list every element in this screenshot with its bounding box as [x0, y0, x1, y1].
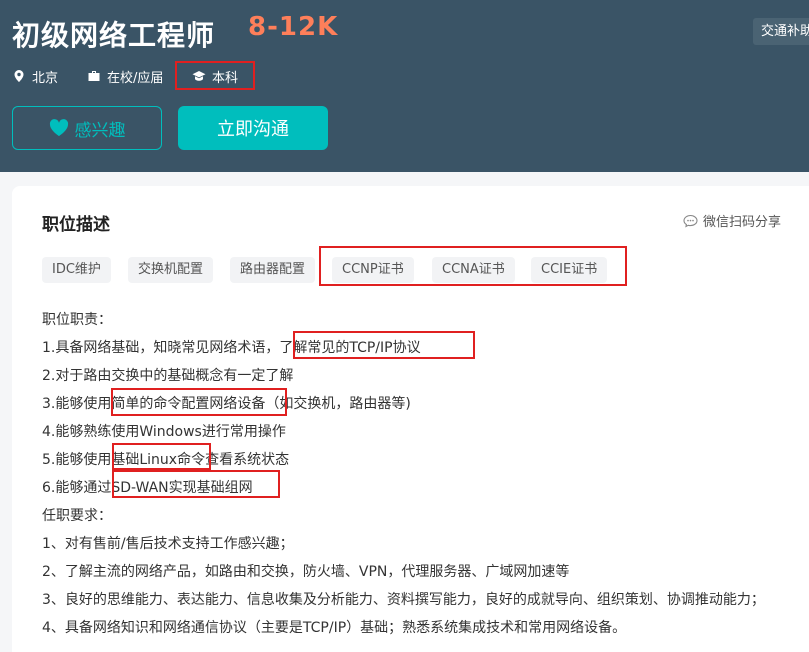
- skill-tag[interactable]: IDC维护: [42, 257, 111, 283]
- annotation-box-education: [175, 61, 255, 90]
- annotation-box-commands: [111, 388, 287, 416]
- experience-label: 在校/应届: [107, 70, 164, 86]
- chat-now-button[interactable]: 立即沟通: [178, 106, 328, 150]
- wechat-share[interactable]: 微信扫码分享: [683, 211, 781, 230]
- description-line: 1、对有售前/售后技术支持工作感兴趣；: [42, 536, 294, 552]
- description-line: 职位职责：: [42, 312, 112, 328]
- description-line: 4.能够熟练使用Windows进行常用操作: [42, 424, 286, 440]
- annotation-box-certificates: [319, 246, 627, 286]
- salary: 8-12K: [248, 12, 339, 42]
- heart-icon: [49, 119, 68, 136]
- interest-button[interactable]: 感兴趣: [12, 106, 162, 150]
- experience-info: 在校/应届: [87, 66, 163, 86]
- city-info: 北京: [12, 66, 58, 86]
- briefcase-icon: [88, 71, 100, 81]
- wechat-icon: [683, 214, 698, 228]
- description-line: 任职要求：: [42, 508, 112, 524]
- section-title: 职位描述: [42, 215, 110, 235]
- description-line: 2、了解主流的网络产品，如路由和交换，防火墙、VPN，代理服务器、广域网加速等: [42, 564, 570, 580]
- annotation-box-linux: [112, 443, 211, 470]
- share-label: 微信扫码分享: [703, 215, 782, 230]
- annotation-box-sdwan: [112, 470, 280, 498]
- description-line: 2.对于路由交换中的基础概念有一定了解: [42, 368, 294, 384]
- job-title: 初级网络工程师: [12, 19, 216, 52]
- benefit-tag: 交通补助: [753, 18, 809, 45]
- annotation-box-tcpip: [293, 331, 475, 359]
- skill-tag[interactable]: 路由器配置: [230, 257, 316, 283]
- interest-label: 感兴趣: [74, 120, 126, 141]
- city-label: 北京: [32, 70, 59, 86]
- description-line: 3、良好的思维能力、表达能力、信息收集及分析能力、资料撰写能力，良好的成就导向、…: [42, 592, 765, 608]
- skill-tag[interactable]: 交换机配置: [128, 257, 214, 283]
- description-line: 4、具备网络知识和网络通信协议（主要是TCP/IP）基础；熟悉系统集成技术和常用…: [42, 620, 627, 636]
- location-icon: [14, 70, 24, 82]
